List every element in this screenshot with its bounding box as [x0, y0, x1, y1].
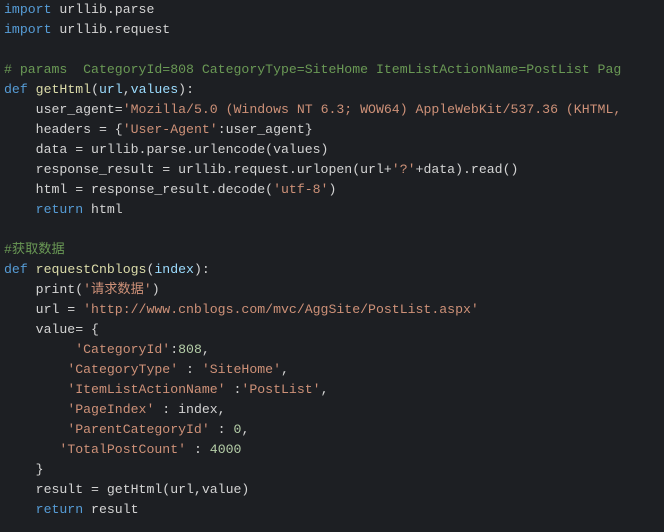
comma: , — [123, 82, 131, 97]
code-text: : — [226, 382, 242, 397]
indent — [4, 402, 67, 417]
code-text: print( — [36, 282, 83, 297]
code-text: user_agent= — [36, 102, 123, 117]
string: 'PostList' — [241, 382, 320, 397]
paren-open: ( — [91, 82, 99, 97]
indent — [4, 442, 59, 457]
indent — [4, 202, 36, 217]
indent — [4, 502, 36, 517]
indent — [4, 422, 67, 437]
string: 'TotalPostCount' — [59, 442, 186, 457]
code-text: +data).read() — [416, 162, 519, 177]
param: url — [99, 82, 123, 97]
string: 'CategoryType' — [67, 362, 178, 377]
string: '请求数据' — [83, 282, 152, 297]
string: 'SiteHome' — [202, 362, 281, 377]
code-text: , — [202, 342, 210, 357]
param: values — [131, 82, 178, 97]
code-text: headers = { — [36, 122, 123, 137]
indent — [4, 322, 36, 337]
number: 4000 — [210, 442, 242, 457]
string: '?' — [392, 162, 416, 177]
code-text: : — [210, 422, 234, 437]
code-text: :user_agent} — [218, 122, 313, 137]
colon: : — [186, 82, 194, 97]
code-text: url = — [36, 302, 83, 317]
string: 'Mozilla/5.0 (Windows NT 6.3; WOW64) App… — [123, 102, 622, 117]
paren-close: ) — [194, 262, 202, 277]
code-text: value= { — [36, 322, 99, 337]
code-text: result = getHtml(url,value) — [36, 482, 250, 497]
comment: #获取数据 — [4, 242, 65, 257]
indent — [4, 462, 36, 477]
paren-close: ) — [178, 82, 186, 97]
comment: # params CategoryId=808 CategoryType=Sit… — [4, 62, 621, 77]
indent — [4, 382, 67, 397]
indent — [4, 182, 36, 197]
code-text: } — [36, 462, 44, 477]
string: 'User-Agent' — [123, 122, 218, 137]
indent — [4, 282, 36, 297]
kw-def: def — [4, 262, 28, 277]
code-text: result — [83, 502, 138, 517]
module: urllib.parse — [51, 2, 154, 17]
kw-import: import — [4, 2, 51, 17]
kw-import: import — [4, 22, 51, 37]
code-text: : index, — [154, 402, 225, 417]
kw-return: return — [36, 202, 83, 217]
string: 'CategoryId' — [75, 342, 170, 357]
code-text: , — [241, 422, 249, 437]
indent — [4, 362, 67, 377]
indent — [4, 102, 36, 117]
indent — [4, 342, 75, 357]
code-text: html = response_result.decode( — [36, 182, 273, 197]
code-text: data = urllib.parse.urlencode(values) — [36, 142, 329, 157]
code-text: ) — [328, 182, 336, 197]
code-text: : — [178, 362, 202, 377]
indent — [4, 482, 36, 497]
code-text: ) — [152, 282, 160, 297]
number: 808 — [178, 342, 202, 357]
colon: : — [202, 262, 210, 277]
fn-name: getHtml — [36, 82, 91, 97]
code-text: html — [83, 202, 123, 217]
string: 'http://www.cnblogs.com/mvc/AggSite/Post… — [83, 302, 479, 317]
code-text: , — [321, 382, 329, 397]
space — [28, 262, 36, 277]
indent — [4, 302, 36, 317]
indent — [4, 122, 36, 137]
kw-return: return — [36, 502, 83, 517]
code-text: : — [170, 342, 178, 357]
param: index — [154, 262, 194, 277]
kw-def: def — [4, 82, 28, 97]
module: urllib.request — [51, 22, 170, 37]
string: 'ParentCategoryId' — [67, 422, 209, 437]
code-text: response_result = urllib.request.urlopen… — [36, 162, 392, 177]
fn-name: requestCnblogs — [36, 262, 147, 277]
indent — [4, 162, 36, 177]
code-block: import urllib.parse import urllib.reques… — [0, 0, 664, 520]
indent — [4, 142, 36, 157]
string: 'PageIndex' — [67, 402, 154, 417]
code-text: : — [186, 442, 210, 457]
code-text: , — [281, 362, 289, 377]
string: 'ItemListActionName' — [67, 382, 225, 397]
string: 'utf-8' — [273, 182, 328, 197]
space — [28, 82, 36, 97]
